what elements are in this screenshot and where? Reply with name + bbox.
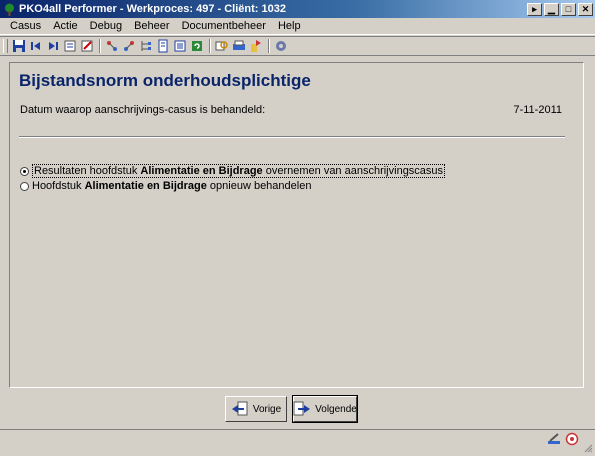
next-arrow-icon (293, 401, 311, 417)
toolbar-separator (268, 39, 270, 53)
date-label: Datum waarop aanschrijvings-casus is beh… (20, 104, 266, 116)
menu-actie[interactable]: Actie (47, 20, 83, 32)
menu-documentbeheer[interactable]: Documentbeheer (176, 20, 272, 32)
option-overnemen-label: Resultaten hoofdstuk Alimentatie en Bijd… (32, 164, 446, 178)
find-icon[interactable] (214, 38, 230, 54)
menu-beheer[interactable]: Beheer (128, 20, 175, 32)
previous-arrow-icon (231, 401, 249, 417)
radio-opnieuw[interactable] (20, 181, 29, 191)
toolbar-separator (209, 39, 211, 53)
option-opnieuw[interactable]: Hoofdstuk Alimentatie en Bijdrage opnieu… (20, 180, 311, 192)
previous-label: Vorige (252, 403, 282, 415)
toolbar-separator (99, 39, 101, 53)
tree-expand-icon[interactable] (104, 38, 120, 54)
toolbar (0, 36, 595, 56)
toolbar-grip[interactable] (3, 39, 8, 53)
settings-icon[interactable] (273, 38, 289, 54)
note-icon[interactable] (62, 38, 78, 54)
list-icon[interactable] (172, 38, 188, 54)
option-opnieuw-label: Hoofdstuk Alimentatie en Bijdrage opnieu… (32, 180, 312, 192)
option-overnemen[interactable]: Resultaten hoofdstuk Alimentatie en Bijd… (20, 164, 446, 178)
pen-edit-icon[interactable] (547, 432, 561, 446)
status-bar (0, 429, 595, 455)
save-icon[interactable] (11, 38, 27, 54)
status-indicator-icon[interactable] (565, 432, 579, 446)
document-icon[interactable] (155, 38, 171, 54)
close-button[interactable]: ✕ (578, 2, 593, 16)
restore-button[interactable]: □ (561, 2, 576, 16)
page-title: Bijstandsnorm onderhoudsplichtige (19, 71, 311, 90)
previous-button[interactable]: Vorige (225, 396, 287, 422)
refresh-icon[interactable] (189, 38, 205, 54)
minimize-button[interactable]: ▁ (544, 2, 559, 16)
content-panel: Bijstandsnorm onderhoudsplichtige Datum … (9, 62, 584, 388)
menu-casus[interactable]: Casus (4, 20, 47, 32)
divider (19, 136, 565, 138)
last-record-icon[interactable] (45, 38, 61, 54)
radio-overnemen[interactable] (20, 166, 29, 176)
window-titlebar: PKO4all Performer - Werkproces: 497 - Cl… (0, 0, 595, 18)
first-record-icon[interactable] (28, 38, 44, 54)
edit-icon[interactable] (79, 38, 95, 54)
menu-help[interactable]: Help (272, 20, 307, 32)
next-button[interactable]: Volgende (292, 395, 358, 423)
export-icon[interactable] (248, 38, 264, 54)
menu-bar: Casus Actie Debug Beheer Documentbeheer … (0, 18, 595, 35)
print-icon[interactable] (231, 38, 247, 54)
resize-grip[interactable] (583, 443, 593, 453)
help-arrow-button[interactable]: ▸ (527, 2, 542, 16)
tree-logo-icon (2, 2, 16, 16)
window-title: PKO4all Performer - Werkproces: 497 - Cl… (19, 3, 286, 15)
menu-debug[interactable]: Debug (84, 20, 128, 32)
tree-collapse-icon[interactable] (121, 38, 137, 54)
date-value: 7-11-2011 (513, 104, 562, 116)
tree-icon[interactable] (138, 38, 154, 54)
next-label: Volgende (315, 403, 357, 415)
